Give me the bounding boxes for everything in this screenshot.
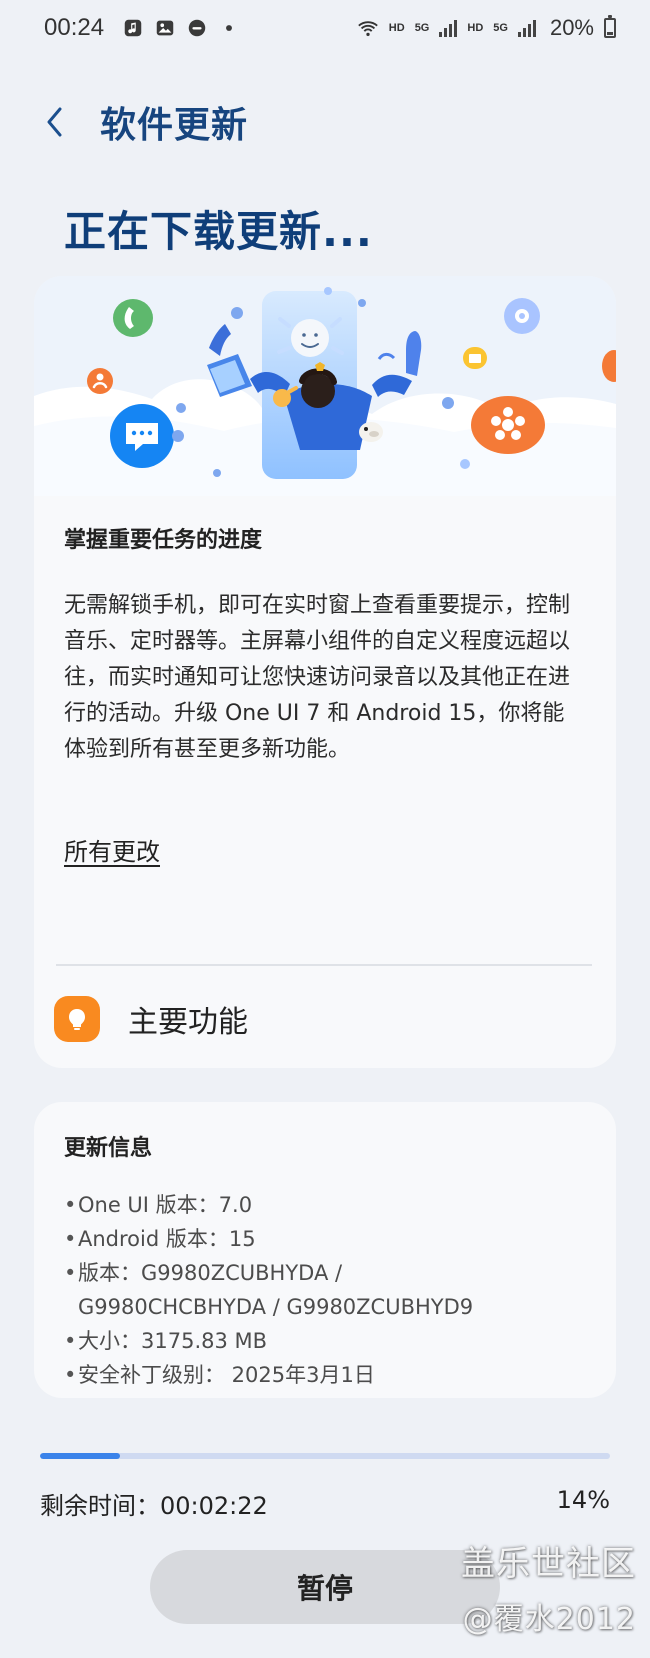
battery-icon [604, 15, 616, 38]
pause-button[interactable]: 暂停 [150, 1550, 500, 1624]
main-features-label: 主要功能 [128, 1005, 248, 1040]
watermark-community: 盖乐世社区 [461, 1544, 636, 1584]
android-version-text: Android 版本：15 [78, 1227, 256, 1251]
music-note-icon [122, 17, 144, 39]
signal-strength-icon-2 [517, 19, 536, 37]
hd-label-1: HD [388, 21, 405, 34]
download-size-text: 大小：3175.83 MB [78, 1329, 268, 1353]
signal-strength-icon-1 [439, 19, 458, 37]
chevron-left-icon [47, 107, 62, 137]
all-changes-link[interactable]: 所有更改 [64, 832, 160, 867]
main-features-item[interactable]: 主要功能 [54, 992, 596, 1046]
build-version-line-1: 版本：G9980ZCUBHYDA / [78, 1261, 343, 1285]
status-left: 00:24 [44, 14, 240, 42]
network-type-1: 5G [414, 21, 430, 34]
header: 软件更新 [38, 96, 248, 148]
lightbulb-icon [54, 996, 100, 1042]
network-type-2: 5G [493, 21, 508, 34]
feature-description: 无需解锁手机，即可在实时窗上查看重要提示，控制音乐、定时器等。主屏幕小组件的自定… [64, 593, 571, 762]
hero-illustration [34, 276, 616, 496]
update-info-card: 更新信息 One UI 版本：7.0 Android 版本：15 版本：G998… [34, 1102, 616, 1398]
update-info-title: 更新信息 [64, 1136, 153, 1161]
security-patch-text: 安全补丁级别： 2025年3月1日 [78, 1363, 375, 1387]
battery-percentage: 20% [549, 15, 594, 40]
section-divider [56, 964, 592, 966]
one-ui-version: One UI 版本：7.0 [64, 1188, 584, 1222]
download-status-title: 正在下载更新... [64, 207, 373, 256]
wifi-icon [357, 17, 379, 39]
security-patch: 安全补丁级别： 2025年3月1日 [64, 1358, 584, 1392]
image-icon [154, 17, 176, 39]
download-percentage: 14% [556, 1486, 610, 1514]
download-progress-bar [40, 1453, 610, 1459]
notification-dot-icon [218, 17, 240, 39]
hd-label-2: HD [467, 21, 484, 34]
build-version-line-2: G9980CHCBHYDA / G9980ZCUBHYD9 [78, 1295, 474, 1319]
download-progress-fill [40, 1453, 120, 1459]
status-bar: 00:24 HD 5G HD 5G 20% [0, 0, 650, 56]
android-version: Android 版本：15 [64, 1222, 584, 1256]
page-title: 软件更新 [100, 105, 249, 146]
download-size: 大小：3175.83 MB [64, 1324, 584, 1358]
feature-section-title: 掌握重要任务的进度 [64, 528, 263, 553]
feature-card: 掌握重要任务的进度 无需解锁手机，即可在实时窗上查看重要提示，控制音乐、定时器等… [34, 276, 616, 1068]
remaining-time: 剩余时间：00:02:22 [40, 1492, 268, 1520]
watermark-user: @覆水2012 [462, 1602, 636, 1637]
back-button[interactable] [38, 99, 72, 145]
status-time: 00:24 [44, 14, 105, 41]
one-ui-version-text: One UI 版本：7.0 [78, 1193, 253, 1217]
update-info-list: One UI 版本：7.0 Android 版本：15 版本：G9980ZCUB… [64, 1188, 584, 1392]
status-right: HD 5G HD 5G 20% [357, 15, 616, 41]
do-not-disturb-icon [186, 17, 208, 39]
build-version: 版本：G9980ZCUBHYDA / G9980CHCBHYDA / G9980… [64, 1256, 584, 1324]
